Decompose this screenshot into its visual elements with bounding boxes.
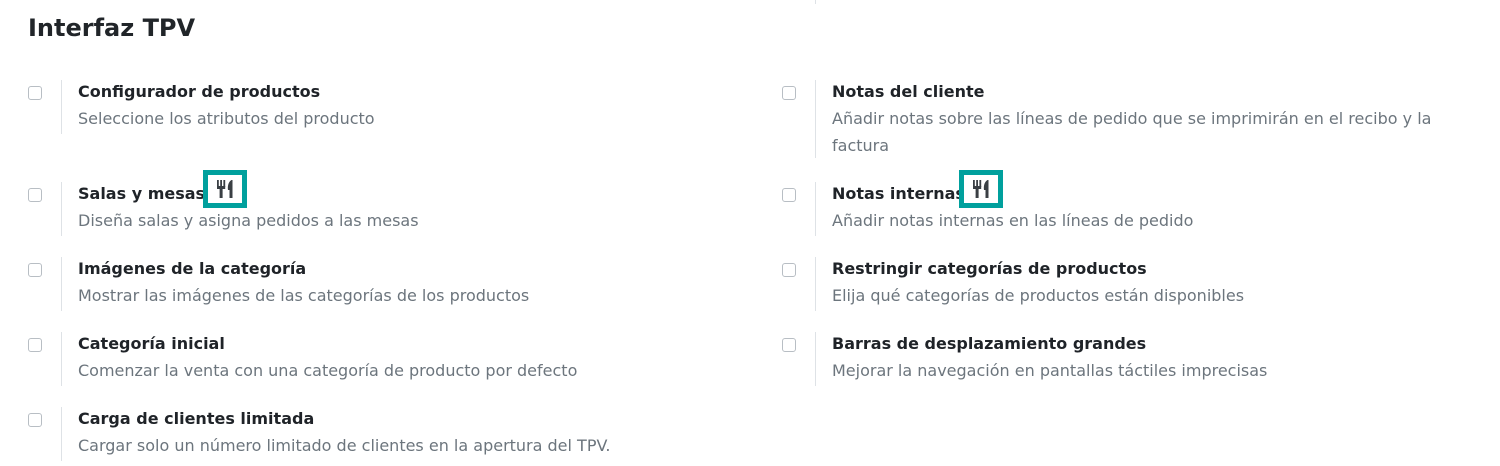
setting-description: Añadir notas internas en las líneas de p… bbox=[832, 211, 1194, 230]
restaurant-badge bbox=[203, 170, 247, 208]
setting-description: Seleccione los atributos del producto bbox=[78, 109, 375, 128]
setting-label[interactable]: Categoría inicial bbox=[78, 332, 225, 356]
setting-description: Mejorar la navegación en pantallas tácti… bbox=[832, 361, 1268, 380]
setting-description: Elija qué categorías de productos están … bbox=[832, 286, 1245, 305]
setting-label[interactable]: Carga de clientes limitada bbox=[78, 407, 314, 431]
restaurant-badge bbox=[959, 170, 1003, 208]
divider bbox=[61, 407, 62, 461]
setting-product-configurator: Configurador de productos Seleccione los… bbox=[28, 80, 728, 160]
setting-description: Añadir notas sobre las líneas de pedido … bbox=[832, 109, 1432, 155]
setting-large-scrollbars: Barras de desplazamiento grandes Mejorar… bbox=[782, 332, 1482, 412]
setting-limited-partners: Carga de clientes limitada Cargar solo u… bbox=[28, 407, 728, 466]
section-title: Interfaz TPV bbox=[28, 14, 196, 42]
setting-customer-notes: Notas del cliente Añadir notas sobre las… bbox=[782, 80, 1482, 160]
pos-interface-settings-section: Interfaz TPV Configurador de productos S… bbox=[0, 0, 1500, 466]
setting-description: Cargar solo un número limitado de client… bbox=[78, 436, 611, 455]
setting-category-images: Imágenes de la categoría Mostrar las imá… bbox=[28, 257, 728, 337]
start-category-checkbox[interactable] bbox=[28, 338, 42, 352]
restaurant-icon bbox=[217, 180, 233, 198]
restaurant-icon bbox=[973, 180, 989, 198]
setting-label[interactable]: Barras de desplazamiento grandes bbox=[832, 332, 1146, 356]
divider bbox=[815, 332, 816, 386]
setting-restrict-categories: Restringir categorías de productos Elija… bbox=[782, 257, 1482, 337]
divider bbox=[815, 257, 816, 311]
setting-description: Diseña salas y asigna pedidos a las mesa… bbox=[78, 211, 419, 230]
setting-description: Comenzar la venta con una categoría de p… bbox=[78, 361, 578, 380]
large-scrollbars-checkbox[interactable] bbox=[782, 338, 796, 352]
divider bbox=[815, 0, 816, 4]
divider bbox=[815, 182, 816, 236]
divider bbox=[815, 80, 816, 158]
setting-label[interactable]: Configurador de productos bbox=[78, 80, 320, 104]
product-configurator-checkbox[interactable] bbox=[28, 86, 42, 100]
setting-internal-notes: Notas internas Añadir notas internas en … bbox=[782, 182, 1482, 262]
internal-notes-checkbox[interactable] bbox=[782, 188, 796, 202]
restrict-categories-checkbox[interactable] bbox=[782, 263, 796, 277]
customer-notes-checkbox[interactable] bbox=[782, 86, 796, 100]
divider bbox=[61, 80, 62, 134]
setting-label[interactable]: Imágenes de la categoría bbox=[78, 257, 306, 281]
divider bbox=[61, 257, 62, 311]
setting-start-category: Categoría inicial Comenzar la venta con … bbox=[28, 332, 728, 412]
setting-label[interactable]: Notas internas bbox=[832, 182, 965, 206]
setting-label[interactable]: Salas y mesas bbox=[78, 182, 205, 206]
setting-label[interactable]: Notas del cliente bbox=[832, 80, 984, 104]
divider bbox=[61, 182, 62, 236]
category-images-checkbox[interactable] bbox=[28, 263, 42, 277]
setting-label[interactable]: Restringir categorías de productos bbox=[832, 257, 1147, 281]
setting-floors-tables: Salas y mesas Diseña salas y asigna pedi… bbox=[28, 182, 728, 262]
divider bbox=[61, 332, 62, 386]
floors-tables-checkbox[interactable] bbox=[28, 188, 42, 202]
limited-partners-checkbox[interactable] bbox=[28, 413, 42, 427]
setting-description: Mostrar las imágenes de las categorías d… bbox=[78, 286, 530, 305]
